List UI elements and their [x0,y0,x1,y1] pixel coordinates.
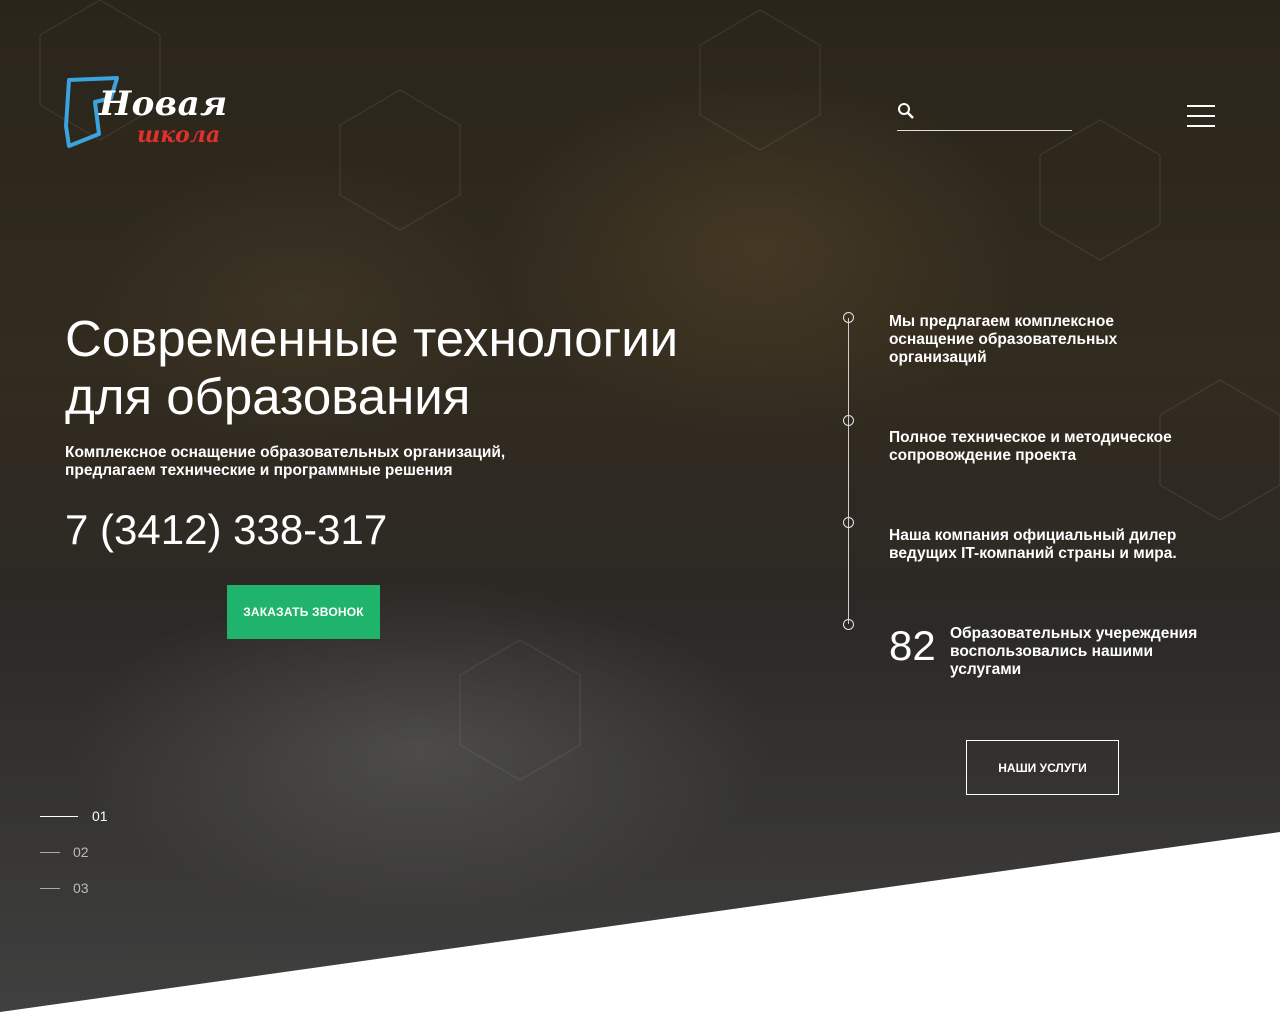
feature-support: Полное техническое и методическое сопров… [889,429,1189,465]
stat-line: Образовательных учереждения [950,625,1198,642]
slide-number: 02 [73,844,89,860]
timeline-dot [843,619,854,630]
logo-subword: школа [137,122,221,148]
feature-line: ведущих IT-компаний страны и мира. [889,545,1177,562]
subtitle-line-1: Комплексное оснащение образовательных ор… [65,444,506,461]
stat-line: услугами [950,661,1022,678]
request-call-button[interactable]: ЗАКАЗАТЬ ЗВОНОК [227,585,380,639]
logo-word: Новая [99,84,228,124]
phone-number[interactable]: 7 (3412) 338-317 [65,506,387,554]
slide-number: 01 [92,808,108,824]
slide-indicator-line [40,888,60,889]
feature-line: оснащение образовательных [889,331,1118,348]
search-bar [897,100,1072,131]
slide-number: 03 [73,880,89,896]
hero-subtitle: Комплексное оснащение образовательных ор… [65,444,565,480]
search-input[interactable] [923,102,1072,126]
feature-dealer: Наша компания официальный дилер ведущих … [889,527,1189,563]
timeline-line [848,318,849,624]
feature-line: Полное техническое и методическое [889,429,1172,446]
stat-description: Образовательных учереждения воспользовал… [950,625,1210,679]
search-icon[interactable] [897,102,915,120]
feature-line: Мы предлагаем комплексное [889,313,1115,330]
title-line-2: для образования [65,368,471,425]
stat-line: воспользовались нашими [950,643,1154,660]
feature-line: организаций [889,349,987,366]
subtitle-line-2: предлагаем технические и программные реш… [65,462,453,479]
our-services-button[interactable]: НАШИ УСЛУГИ [966,740,1119,795]
logo[interactable]: Новая школа [63,76,227,152]
hamburger-menu-icon[interactable] [1187,104,1215,128]
slide-indicator-line [40,816,78,817]
stat-number: 82 [889,622,936,669]
feature-line: Наша компания официальный дилер [889,527,1177,544]
page-title: Современные технологии для образования [65,310,785,426]
title-line-1: Современные технологии [65,310,679,367]
timeline-dot [843,415,854,426]
feature-equipment: Мы предлагаем комплексное оснащение обра… [889,313,1189,367]
slide-indicator-line [40,852,60,853]
timeline-dot [843,312,854,323]
timeline-dot [843,517,854,528]
feature-line: сопровождение проекта [889,447,1077,464]
